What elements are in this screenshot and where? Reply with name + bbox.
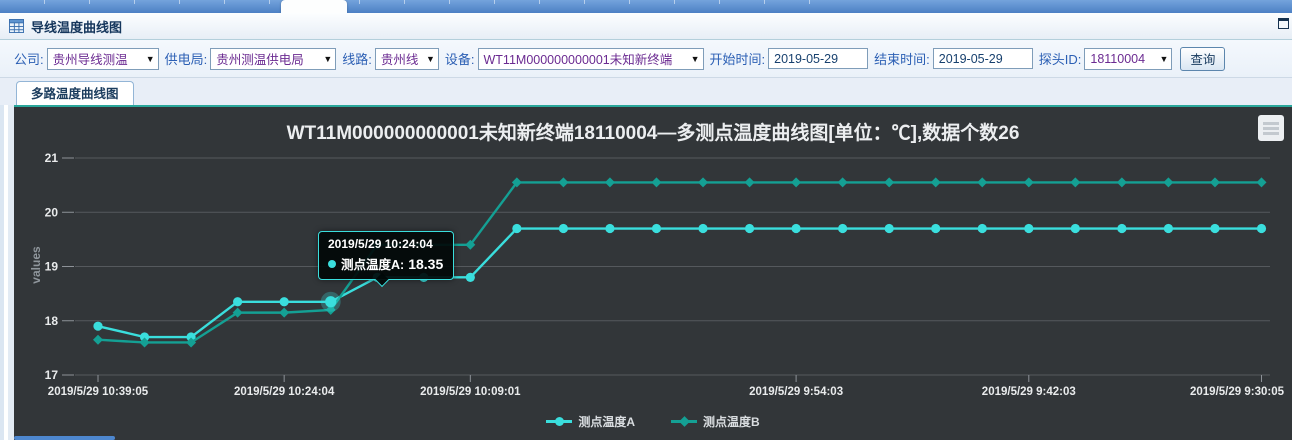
table-icon — [9, 19, 24, 33]
start-time-input[interactable] — [768, 48, 868, 69]
end-time-input[interactable] — [933, 48, 1033, 69]
probe-id-value: 18110004 — [1090, 52, 1145, 66]
company-select[interactable]: 贵州导线测温 ▼ — [47, 48, 159, 70]
app-window: 导线温度曲线图 公司: 贵州导线测温 ▼ 供电局: 贵州测温供电局 ▼ 线路: 贵州线 ▼ 设备:… — [0, 0, 1292, 440]
diamond-marker-icon — [671, 417, 697, 426]
nav-separators — [0, 0, 830, 4]
chart-panel: 17181920212019/5/29 10:39:052019/5/29 10… — [14, 105, 1292, 440]
svg-text:19: 19 — [45, 260, 59, 274]
tooltip-timestamp: 2019/5/29 10:24:04 — [328, 237, 443, 251]
circle-marker-icon — [546, 417, 572, 426]
svg-text:17: 17 — [45, 368, 59, 382]
hovered-point — [321, 292, 341, 312]
svg-text:2019/5/29 9:54:03: 2019/5/29 9:54:03 — [749, 386, 843, 398]
company-label: 公司: — [14, 49, 44, 68]
caret-down-icon: ▼ — [146, 54, 155, 64]
company-value: 贵州导线测温 — [53, 49, 128, 68]
legend-label: 测点温度A — [578, 413, 635, 430]
bureau-select[interactable]: 贵州测温供电局 ▼ — [210, 48, 336, 70]
y-axis-title: values — [29, 240, 43, 290]
device-value: WT11M000000000001未知新终端 — [484, 49, 673, 68]
tooltip-value: 18.35 — [408, 256, 443, 272]
line-value: 贵州线 — [381, 49, 419, 68]
panel-title-bar: 导线温度曲线图 — [0, 13, 1292, 40]
chart-toolbox-icon[interactable] — [1258, 115, 1284, 141]
legend-item-测点温度A[interactable]: 测点温度A — [546, 413, 635, 430]
probe-id-label: 探头ID: — [1039, 49, 1082, 68]
caret-down-icon: ▼ — [426, 54, 435, 64]
svg-text:20: 20 — [45, 205, 59, 219]
x-axis-labels: 2019/5/29 10:39:05 2019/5/29 10:24:04 2019… — [48, 375, 1285, 398]
bureau-value: 贵州测温供电局 — [216, 49, 304, 68]
toolbar-fields: 公司:贵州导线测温▼供电局:贵州测温供电局▼线路:贵州线▼设备:WT11M000… — [8, 47, 1225, 71]
svg-text:2019/5/29 9:42:03: 2019/5/29 9:42:03 — [982, 386, 1076, 398]
svg-text:18: 18 — [45, 314, 59, 328]
nav-active-item[interactable] — [281, 0, 347, 13]
device-select[interactable]: WT11M000000000001未知新终端 ▼ — [478, 48, 704, 70]
svg-text:21: 21 — [45, 151, 59, 165]
line-label: 线路: — [342, 49, 372, 68]
tooltip-series-dot — [328, 260, 336, 268]
top-nav-bar — [0, 0, 1292, 13]
probe-id-select[interactable]: 18110004 ▼ — [1084, 48, 1172, 70]
maximize-icon[interactable] — [1278, 18, 1289, 29]
toolbar: 公司:贵州导线测温▼供电局:贵州测温供电局▼线路:贵州线▼设备:WT11M000… — [0, 40, 1292, 78]
caret-down-icon: ▼ — [691, 54, 700, 64]
line-select[interactable]: 贵州线 ▼ — [375, 48, 439, 70]
tab-multi-temp-curve[interactable]: 多路温度曲线图 — [16, 81, 134, 105]
series-测点温度A — [93, 224, 1266, 342]
end-time-label: 结束时间: — [874, 49, 930, 68]
device-label: 设备: — [445, 49, 475, 68]
start-time-label: 开始时间: — [710, 49, 766, 68]
series-测点温度B — [93, 177, 1267, 347]
horizontal-scrollbar-thumb[interactable] — [14, 436, 115, 440]
caret-down-icon: ▼ — [1159, 54, 1168, 64]
caret-down-icon: ▼ — [323, 54, 332, 64]
svg-text:2019/5/29 10:39:05: 2019/5/29 10:39:05 — [48, 386, 149, 398]
legend-item-测点温度B[interactable]: 测点温度B — [671, 413, 760, 430]
tooltip-series-name: 测点温度A: — [341, 254, 404, 273]
svg-text:2019/5/29 10:09:01: 2019/5/29 10:09:01 — [420, 386, 521, 398]
svg-text:2019/5/29 9:30:05: 2019/5/29 9:30:05 — [1190, 386, 1285, 398]
chart-legend: 测点温度A 测点温度B — [14, 413, 1292, 430]
svg-text:2019/5/29 10:24:04: 2019/5/29 10:24:04 — [234, 386, 335, 398]
chart-title: WT11M000000000001未知新终端18110004—多测点温度曲线图[… — [14, 118, 1292, 145]
page-title: 导线温度曲线图 — [31, 17, 122, 36]
chart-tooltip: 2019/5/29 10:24:04 测点温度A: 18.35 — [318, 231, 454, 280]
bureau-label: 供电局: — [165, 49, 208, 68]
query-button[interactable]: 查询 — [1180, 47, 1225, 71]
tab-bar: 多路温度曲线图 — [0, 78, 1292, 105]
left-gutter — [0, 105, 14, 440]
legend-label: 测点温度B — [703, 413, 760, 430]
line-chart: 17181920212019/5/29 10:39:052019/5/29 10… — [14, 107, 1292, 440]
